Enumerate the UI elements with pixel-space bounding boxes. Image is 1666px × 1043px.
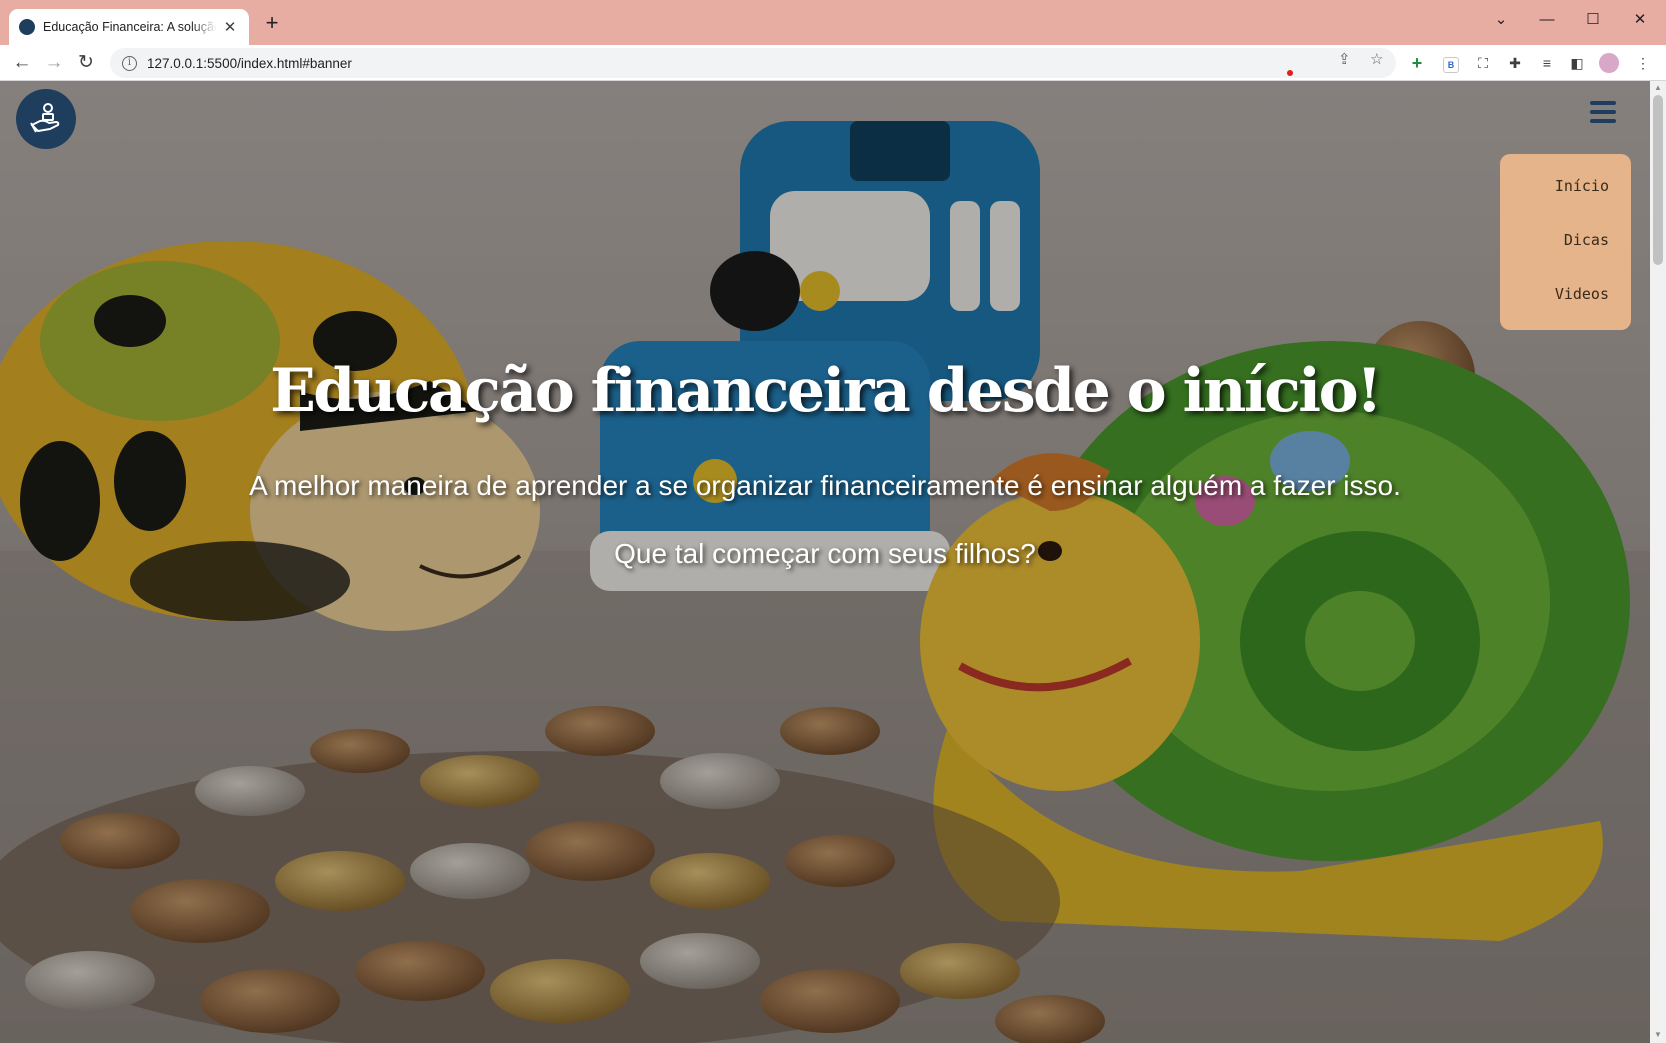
close-window-button[interactable]: ✕ <box>1617 6 1663 34</box>
scroll-down-arrow-icon[interactable]: ▼ <box>1650 1030 1666 1039</box>
tab-favicon-icon <box>19 19 35 35</box>
nav-link-inicio[interactable]: Início <box>1500 172 1631 226</box>
maximize-button[interactable]: ☐ <box>1570 6 1616 34</box>
browser-titlebar: Educação Financeira: A solução do futuro… <box>0 0 1666 45</box>
share-icon[interactable]: ⇪ <box>1338 50 1351 68</box>
new-tab-button[interactable]: + <box>260 12 284 36</box>
logo-glyph <box>30 103 60 133</box>
page-banner: Início Dicas Videos Educação financeira … <box>0 81 1650 1043</box>
scrollbar-thumb[interactable] <box>1653 95 1663 265</box>
browser-tab-active[interactable]: Educação Financeira: A solução do futuro… <box>9 9 249 45</box>
hand-coin-logo-icon[interactable] <box>16 89 76 149</box>
browser-menu-icon[interactable]: ⋮ <box>1632 53 1654 73</box>
forward-arrow-icon[interactable]: → <box>40 49 68 77</box>
profile-avatar[interactable] <box>1598 53 1620 73</box>
extensions-puzzle-icon[interactable]: ✚ <box>1504 53 1526 73</box>
extension-b-icon[interactable]: B <box>1440 53 1462 73</box>
url-text[interactable]: 127.0.0.1:5500/index.html#banner <box>147 56 352 71</box>
back-arrow-icon[interactable]: ← <box>8 49 36 77</box>
minimize-button[interactable]: — <box>1524 6 1570 34</box>
tab-search-chevron-icon[interactable]: ⌄ <box>1478 6 1524 34</box>
side-panel-icon[interactable]: ◧ <box>1566 53 1588 73</box>
browser-toolbar: ← → ↻ i 127.0.0.1:5500/index.html#banner… <box>0 45 1666 81</box>
hamburger-menu-icon[interactable] <box>1590 101 1616 127</box>
address-bar[interactable]: i 127.0.0.1:5500/index.html#banner <box>110 48 1396 78</box>
star-icon[interactable]: ☆ <box>1370 50 1383 68</box>
tab-close-icon[interactable]: ✕ <box>221 18 239 36</box>
scroll-up-arrow-icon[interactable]: ▲ <box>1650 83 1666 92</box>
reading-list-icon[interactable]: ≡ <box>1536 53 1558 73</box>
nav-link-videos[interactable]: Videos <box>1500 280 1631 334</box>
info-icon[interactable]: i <box>122 55 137 71</box>
hero-title: Educação financeira desde o início! <box>270 356 1382 426</box>
nav-link-dicas[interactable]: Dicas <box>1500 226 1631 280</box>
nav-dropdown-menu: Início Dicas Videos <box>1500 154 1631 330</box>
hero-question: Que tal começar com seus filhos? <box>614 538 1036 569</box>
page-scrollbar[interactable]: ▲ ▼ <box>1650 81 1666 1043</box>
extension-plus-icon[interactable]: + <box>1406 53 1428 73</box>
reload-icon[interactable]: ↻ <box>72 49 100 77</box>
screen-capture-icon[interactable]: ⛶ <box>1472 53 1494 73</box>
tab-title: Educação Financeira: A solução do futuro <box>43 20 217 34</box>
hero-subtitle: A melhor maneira de aprender a se organi… <box>249 470 1401 501</box>
recording-dot <box>1287 70 1293 76</box>
